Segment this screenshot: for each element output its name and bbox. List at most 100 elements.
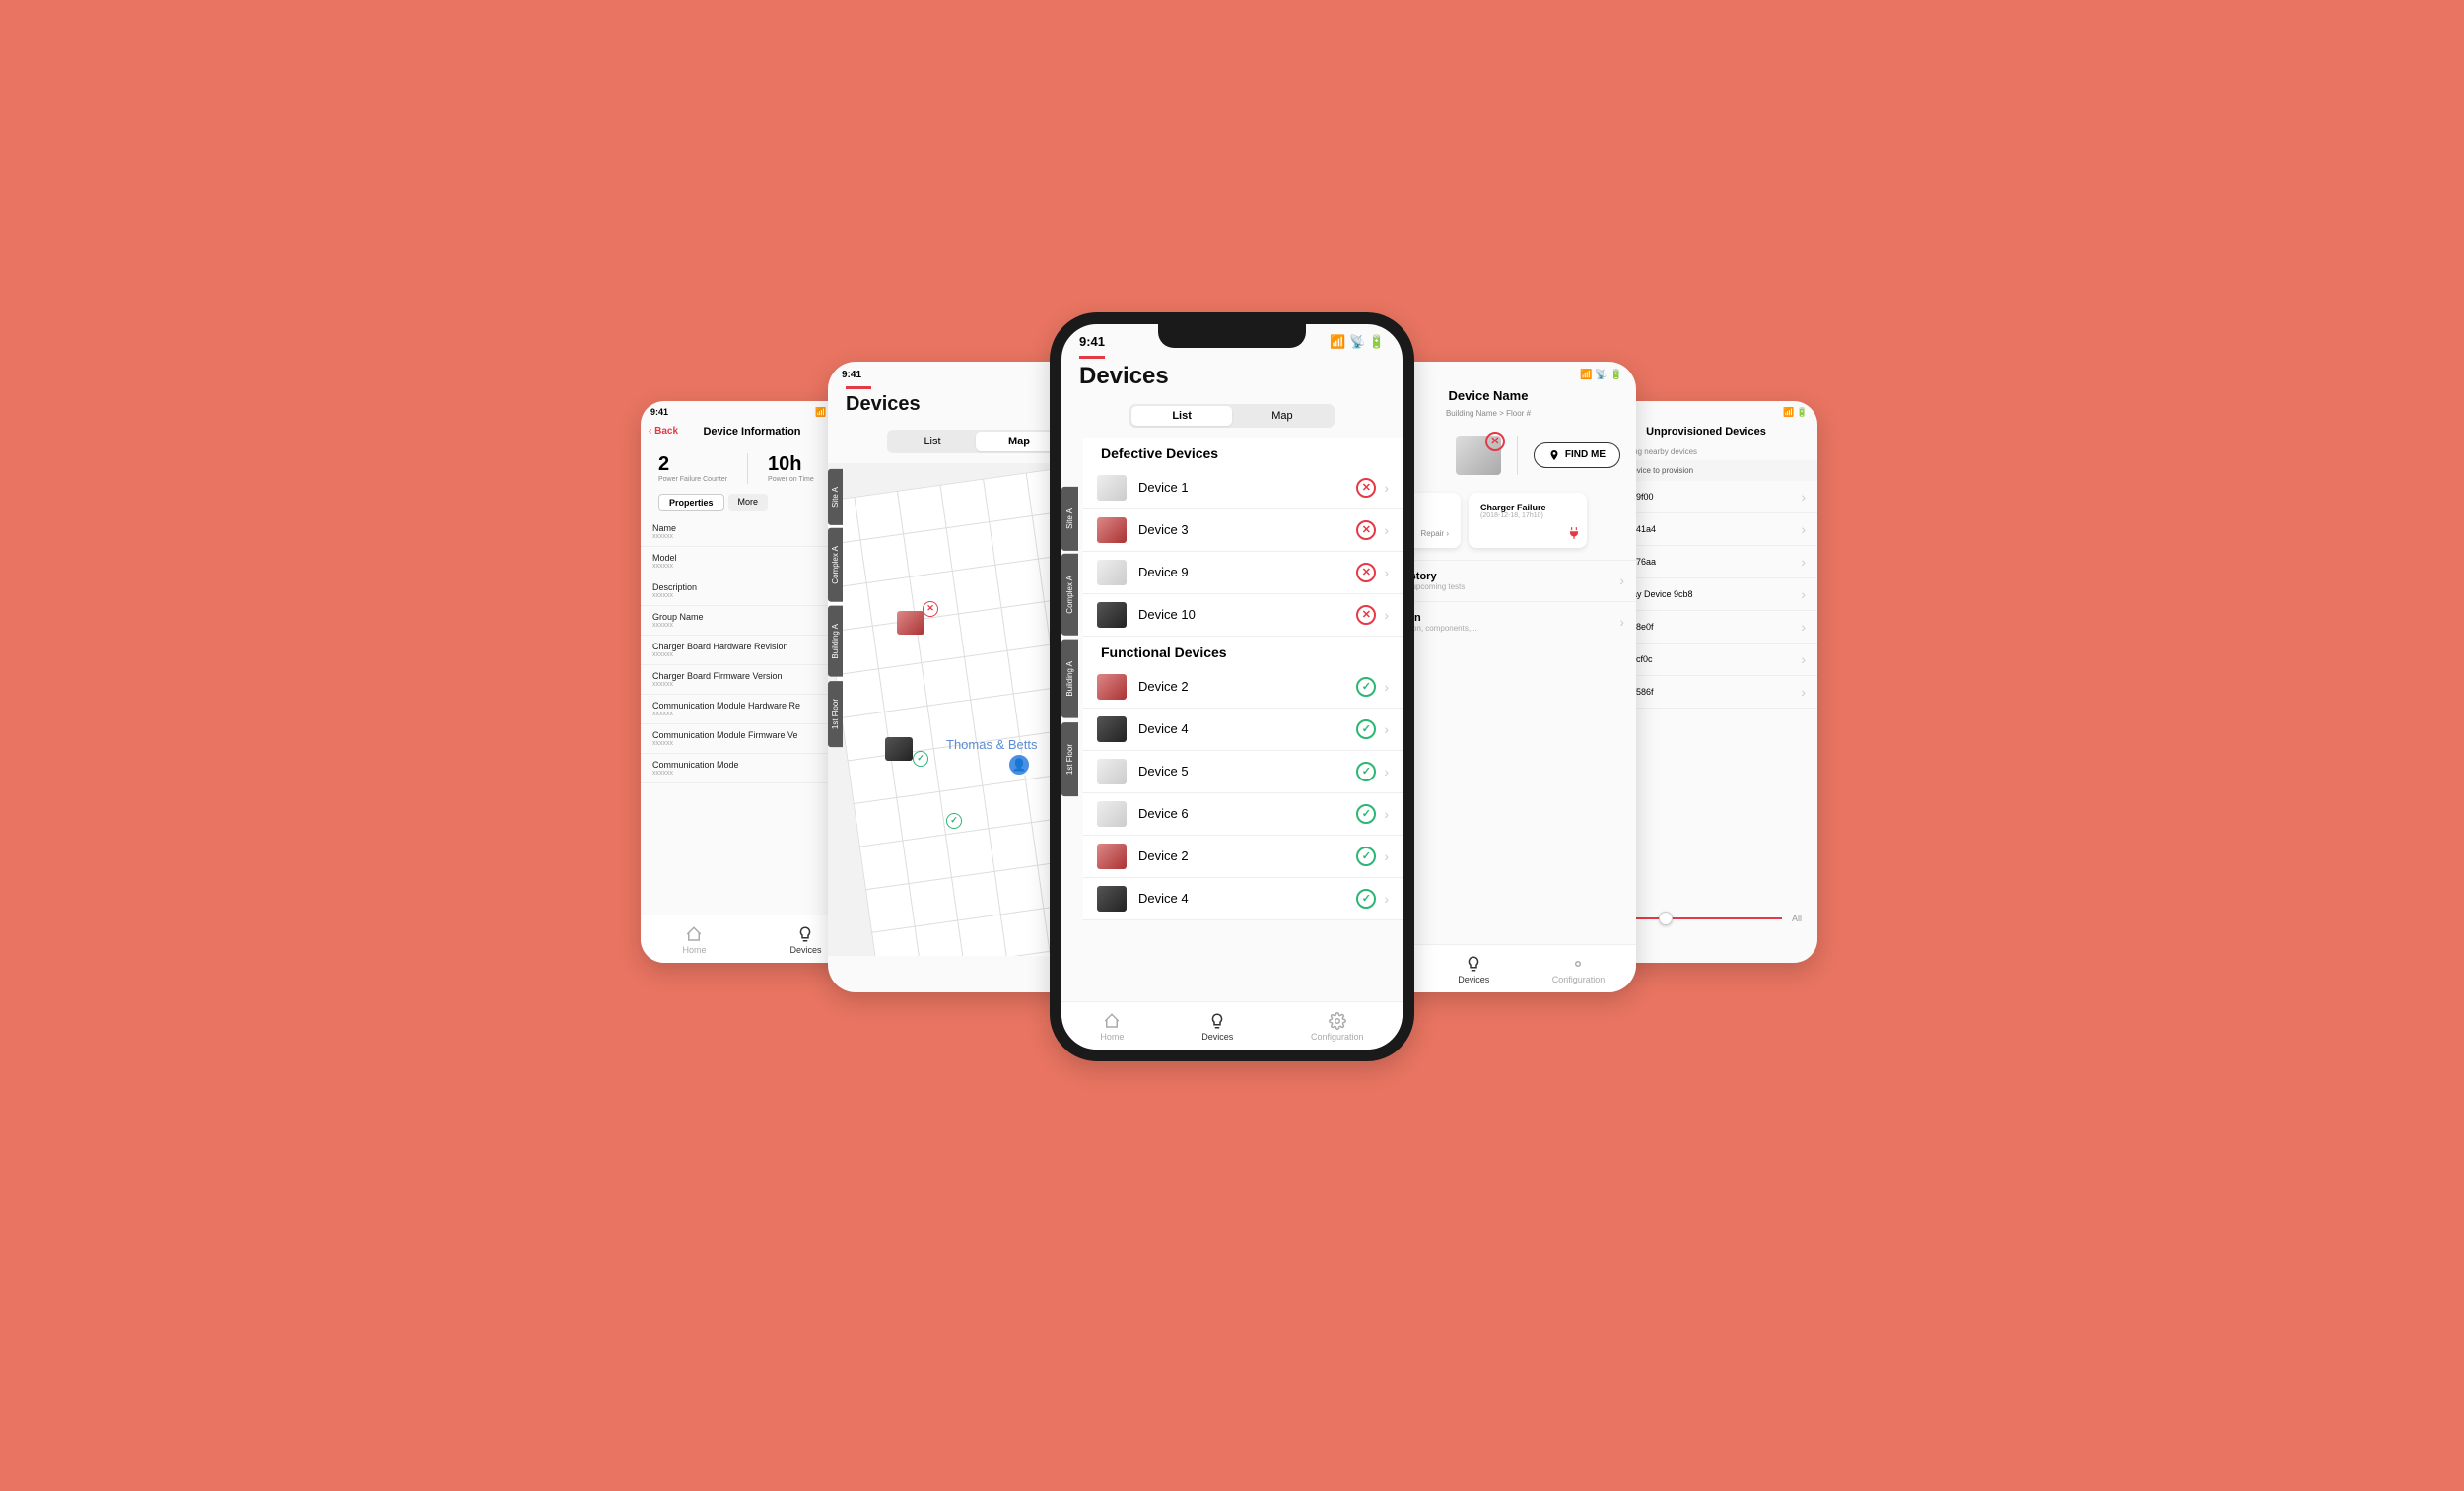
map-device-marker[interactable] [885,737,913,761]
device-label: Device 1 [1138,480,1356,495]
back-button[interactable]: ‹ Back [649,426,678,437]
device-thumb [1097,602,1127,628]
fail-icon: ✕ [1356,563,1376,582]
chevron-right-icon: › [1384,480,1389,496]
nav-home[interactable]: Home [682,925,706,955]
device-row[interactable]: Device 4 ✓ › [1083,709,1403,751]
location-pin-icon[interactable]: 👤 [1007,753,1031,777]
device-row[interactable]: Device 5 ✓ › [1083,751,1403,793]
location-tab[interactable]: Building A [1061,640,1078,718]
nav-configuration[interactable]: Configuration [1552,955,1606,984]
chevron-right-icon: › [1384,607,1389,623]
ok-icon: ✓ [1356,889,1376,909]
nav-devices[interactable]: Devices [1201,1012,1233,1042]
property-value: xxxxxx [652,563,852,570]
chevron-right-icon: › [1801,489,1806,505]
status-time: 9:41 [1079,334,1105,349]
chevron-right-icon: › [1384,848,1389,864]
phone-devices-list: 9:41 📶 📡 🔋 Devices List Map Site AComple… [1050,312,1414,1061]
location-tab[interactable]: 1st Floor [828,681,843,747]
property-label: Charger Board Hardware Revision [652,642,852,651]
device-thumb [1097,844,1127,869]
ok-badge-icon: ✓ [946,813,962,829]
ok-icon: ✓ [1356,804,1376,824]
accent-line [846,386,871,389]
chevron-right-icon: › [1801,619,1806,635]
nav-devices[interactable]: Devices [1458,955,1489,984]
property-value: xxxxxx [652,770,852,777]
property-value: xxxxxx [652,622,852,629]
page-title: Devices [1061,363,1403,398]
device-label: Device 4 [1138,891,1356,906]
location-tab[interactable]: 1st Floor [1061,722,1078,796]
device-row[interactable]: Device 3 ✕ › [1083,509,1403,552]
find-me-button[interactable]: FIND ME [1534,442,1620,468]
property-label: Name [652,523,852,533]
ok-icon: ✓ [1356,847,1376,866]
device-row[interactable]: Device 1 ✕ › [1083,467,1403,509]
location-tab[interactable]: Complex A [1061,554,1078,636]
page-title: Device Name [1449,388,1529,403]
device-row[interactable]: Device 2 ✓ › [1083,836,1403,878]
defective-header: Defective Devices [1083,438,1403,467]
device-thumb [1097,886,1127,912]
nav-devices[interactable]: Devices [789,925,821,955]
location-tab[interactable]: Complex A [828,528,843,602]
device-thumb [1097,716,1127,742]
metric-power-failure: 2 Power Failure Counter [658,453,727,484]
device-label: Device 6 [1138,806,1356,821]
chevron-right-icon: › [1801,521,1806,537]
chevron-right-icon: › [1384,891,1389,907]
chevron-right-icon: › [1801,684,1806,700]
property-label: Communication Module Hardware Re [652,701,852,711]
tab-properties[interactable]: Properties [658,494,724,511]
chevron-right-icon: › [1384,522,1389,538]
seg-map[interactable]: Map [1232,406,1333,426]
ok-icon: ✓ [1356,677,1376,697]
device-row[interactable]: Device 2 ✓ › [1083,666,1403,709]
location-icon [1548,449,1560,461]
property-label: Communication Module Firmware Ve [652,730,852,740]
location-sidebar: Site A Complex A Building A 1st Floor [1061,487,1078,800]
slider-thumb[interactable] [1659,912,1673,925]
device-row[interactable]: Device 10 ✕ › [1083,594,1403,637]
chevron-right-icon: › [1619,573,1624,588]
property-label: Group Name [652,612,852,622]
device-row[interactable]: Device 9 ✕ › [1083,552,1403,594]
location-tab[interactable]: Site A [828,469,843,525]
functional-list: Device 2 ✓ › Device 4 ✓ › Device 5 ✓ › D… [1083,666,1403,920]
device-thumb [1097,759,1127,784]
seg-list[interactable]: List [1131,406,1232,426]
tab-more[interactable]: More [728,494,769,511]
device-label: Device 9 [1138,565,1356,579]
bulb-icon [796,925,814,943]
location-tab[interactable]: Site A [1061,487,1078,551]
slider-track[interactable] [1610,917,1782,919]
status-icons: 📶 📡 🔋 [1580,370,1622,380]
fail-icon: ✕ [1356,478,1376,498]
property-value: xxxxxx [652,533,852,540]
property-label: Communication Mode [652,760,852,770]
device-thumb [1097,475,1127,501]
home-icon [685,925,703,943]
view-toggle: List Map [887,430,1064,453]
ok-icon: ✓ [1356,762,1376,781]
device-row[interactable]: Device 4 ✓ › [1083,878,1403,920]
nav-configuration[interactable]: Configuration [1311,1012,1364,1042]
seg-list[interactable]: List [889,432,976,451]
fail-icon: ✕ [1356,520,1376,540]
map-sidebar: Site A Complex A Building A 1st Floor [828,469,843,751]
device-thumb [1097,674,1127,700]
map-device-marker[interactable] [897,611,924,635]
device-row[interactable]: Device 6 ✓ › [1083,793,1403,836]
functional-header: Functional Devices [1083,637,1403,666]
location-tab[interactable]: Building A [828,606,843,677]
nav-home[interactable]: Home [1100,1012,1124,1042]
accent-line [1079,356,1105,359]
status-icons: 📶 🔋 [1783,407,1808,418]
chevron-right-icon: › [1384,565,1389,580]
defective-list: Device 1 ✕ › Device 3 ✕ › Device 9 ✕ › D… [1083,467,1403,637]
ok-badge-icon: ✓ [913,751,928,767]
failure-card-charger[interactable]: Charger Failure (2018-12-18, 17h10) [1469,493,1587,548]
bottom-nav: Home Devices Configuration [1061,1001,1403,1050]
